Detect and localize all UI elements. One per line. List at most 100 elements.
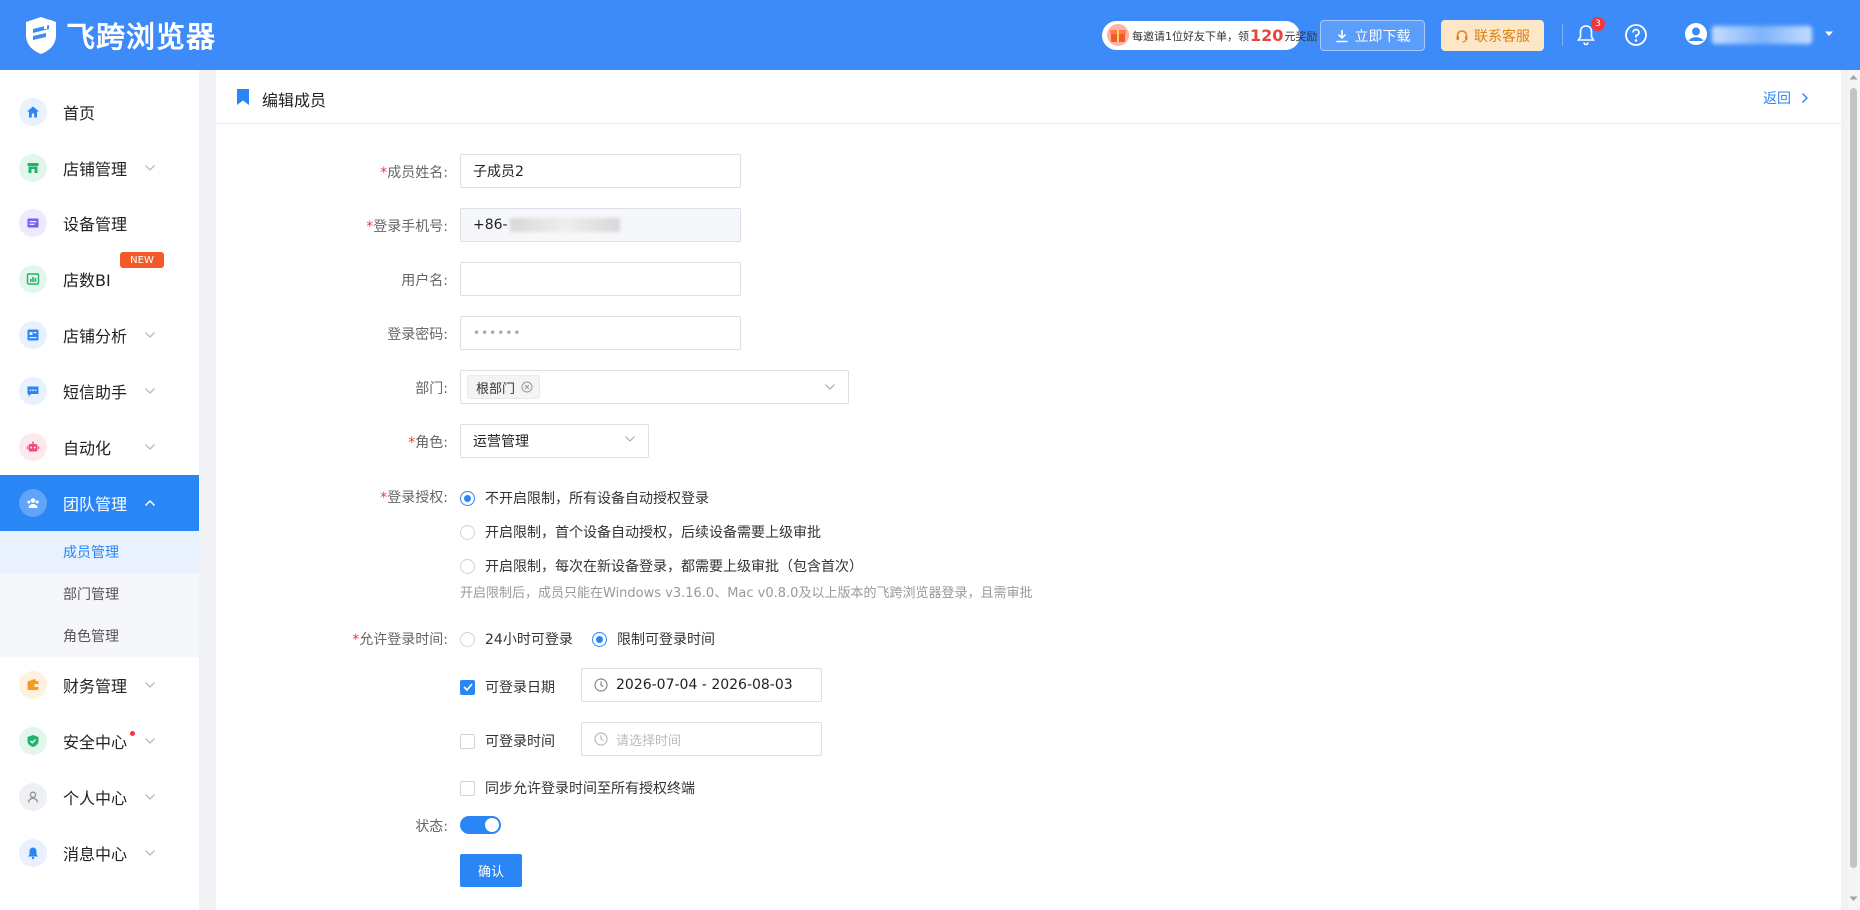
sidebar-item-label: 店铺分析 xyxy=(63,327,128,346)
user-avatar-icon[interactable] xyxy=(1684,22,1708,46)
sidebar-item-messages[interactable]: 消息中心 xyxy=(0,825,199,881)
sidebar-item-label: 首页 xyxy=(63,104,96,123)
sidebar-item-team[interactable]: 团队管理 xyxy=(0,475,199,531)
time-limit-checkbox[interactable] xyxy=(460,733,475,749)
radio-unchecked[interactable] xyxy=(460,558,475,574)
status-toggle[interactable] xyxy=(460,816,501,834)
password-input[interactable]: •••••• xyxy=(460,316,741,350)
date-range-picker[interactable]: 2026-07-04 - 2026-08-03 xyxy=(581,668,822,702)
password-dots: •••••• xyxy=(473,326,522,340)
sync-checkbox-row[interactable]: 同步允许登录时间至所有授权终端 xyxy=(460,778,695,798)
close-circle-icon[interactable] xyxy=(521,381,533,393)
time-option-limited[interactable]: 限制可登录时间 xyxy=(592,629,715,649)
service-label: 联系客服 xyxy=(1474,28,1530,45)
date-limit-label: 可登录日期 xyxy=(485,680,555,696)
auth-hint: 开启限制后，成员只能在Windows v3.16.0、Mac v0.8.0及以上… xyxy=(460,586,1033,601)
contact-service-button[interactable]: 联系客服 xyxy=(1441,20,1544,51)
auth-option-label: 开启限制，每次在新设备登录，都需要上级审批（包含首次） xyxy=(485,559,863,575)
sidebar-subitem-departments[interactable]: 部门管理 xyxy=(0,573,199,615)
chevron-down-icon xyxy=(145,332,155,338)
login-phone-input[interactable]: +86- xyxy=(460,208,741,242)
sidebar-item-device[interactable]: 设备管理 xyxy=(0,195,199,251)
radio-unchecked[interactable] xyxy=(460,631,475,647)
user-name-masked[interactable] xyxy=(1712,26,1812,44)
scrollbar-thumb[interactable] xyxy=(1850,88,1857,868)
download-button[interactable]: 立即下载 xyxy=(1320,20,1425,51)
sidebar-subitem-members[interactable]: 成员管理 xyxy=(0,531,199,573)
username-label: 用户名: xyxy=(401,273,448,289)
chevron-down-icon xyxy=(625,436,635,442)
help-icon[interactable] xyxy=(1624,23,1648,47)
sidebar-item-label: 消息中心 xyxy=(63,845,128,864)
notification-count-badge: 3 xyxy=(1591,17,1605,31)
radio-checked[interactable] xyxy=(460,490,475,506)
member-name-value: 子成员2 xyxy=(473,164,524,180)
chevron-down-icon xyxy=(145,850,155,856)
department-select[interactable]: 根部门 xyxy=(460,370,849,404)
date-limit-checkbox-row[interactable]: 可登录日期 xyxy=(460,677,555,697)
scroll-down-arrow-icon[interactable] xyxy=(1849,896,1858,902)
sync-label: 同步允许登录时间至所有授权终端 xyxy=(485,781,695,797)
department-label: 部门: xyxy=(415,381,448,397)
time-placeholder: 请选择时间 xyxy=(616,733,682,749)
department-tag-label: 根部门 xyxy=(476,381,516,397)
sidebar-item-personal[interactable]: 个人中心 xyxy=(0,769,199,825)
page-title: 编辑成员 xyxy=(262,91,327,110)
radio-unchecked[interactable] xyxy=(460,524,475,540)
time-range-picker[interactable]: 请选择时间 xyxy=(581,722,822,756)
bookmark-icon xyxy=(237,89,249,105)
chevron-down-icon xyxy=(145,738,155,744)
chevron-up-icon xyxy=(144,499,156,507)
header-divider xyxy=(1562,24,1563,46)
auth-option-every-device[interactable]: 开启限制，每次在新设备登录，都需要上级审批（包含首次） xyxy=(460,556,863,576)
invite-promo-banner[interactable]: 每邀请1位好友下单，领 120 元奖励 xyxy=(1102,21,1317,50)
time-limit-label: 可登录时间 xyxy=(485,734,555,750)
time-option-label: 24小时可登录 xyxy=(485,632,573,648)
username-input[interactable] xyxy=(460,262,741,296)
sidebar-item-automation[interactable]: 自动化 xyxy=(0,419,199,475)
sidebar-item-sms[interactable]: 短信助手 xyxy=(0,363,199,419)
sidebar-item-label: 团队管理 xyxy=(63,495,128,514)
chevron-right-icon xyxy=(1802,93,1808,103)
sync-checkbox[interactable] xyxy=(460,780,475,796)
home-icon xyxy=(19,98,47,126)
headset-icon xyxy=(1456,29,1468,43)
sidebar-item-security[interactable]: 安全中心 xyxy=(0,713,199,769)
user-menu-chevron-icon[interactable] xyxy=(1824,30,1834,38)
radio-checked[interactable] xyxy=(592,631,607,647)
sidebar-item-store[interactable]: 店铺管理 xyxy=(0,140,199,196)
device-icon xyxy=(19,209,47,237)
new-badge: NEW xyxy=(120,252,164,268)
status-label: 状态: xyxy=(415,819,448,835)
sidebar-item-label: 设备管理 xyxy=(63,215,128,234)
check-icon xyxy=(462,683,473,691)
message-bell-icon xyxy=(19,839,47,867)
clock-icon xyxy=(594,732,608,746)
back-link[interactable]: 返回 xyxy=(1763,88,1809,108)
member-name-input[interactable]: 子成员2 xyxy=(460,154,741,188)
sidebar-item-label: 个人中心 xyxy=(63,789,128,808)
sidebar-item-bi[interactable]: 店数BI xyxy=(0,251,199,307)
role-select[interactable]: 运营管理 xyxy=(460,424,649,458)
sidebar-item-home[interactable]: 首页 xyxy=(0,84,199,140)
scroll-up-arrow-icon[interactable] xyxy=(1849,74,1858,80)
chevron-down-icon xyxy=(145,794,155,800)
shield-logo-icon xyxy=(26,17,56,54)
time-limit-checkbox-row[interactable]: 可登录时间 xyxy=(460,731,555,751)
sidebar-item-analysis[interactable]: 店铺分析 xyxy=(0,307,199,363)
sidebar-item-label: 店铺管理 xyxy=(63,160,128,179)
department-tag: 根部门 xyxy=(467,375,541,399)
confirm-button[interactable]: 确认 xyxy=(460,854,522,887)
sidebar-subitem-roles[interactable]: 角色管理 xyxy=(0,615,199,657)
role-value: 运营管理 xyxy=(473,434,529,450)
date-limit-checkbox[interactable] xyxy=(460,679,475,695)
auth-option-first-device[interactable]: 开启限制，首个设备自动授权，后续设备需要上级审批 xyxy=(460,522,821,542)
sidebar-item-finance[interactable]: 财务管理 xyxy=(0,657,199,713)
back-label: 返回 xyxy=(1763,91,1791,107)
team-icon xyxy=(19,489,47,517)
auth-option-no-limit[interactable]: 不开启限制，所有设备自动授权登录 xyxy=(460,488,709,508)
time-option-24h[interactable]: 24小时可登录 xyxy=(460,629,573,649)
date-range-value: 2026-07-04 - 2026-08-03 xyxy=(616,677,793,693)
wallet-icon xyxy=(19,671,47,699)
brand-logo[interactable]: 飞跨浏览器 xyxy=(24,14,216,56)
